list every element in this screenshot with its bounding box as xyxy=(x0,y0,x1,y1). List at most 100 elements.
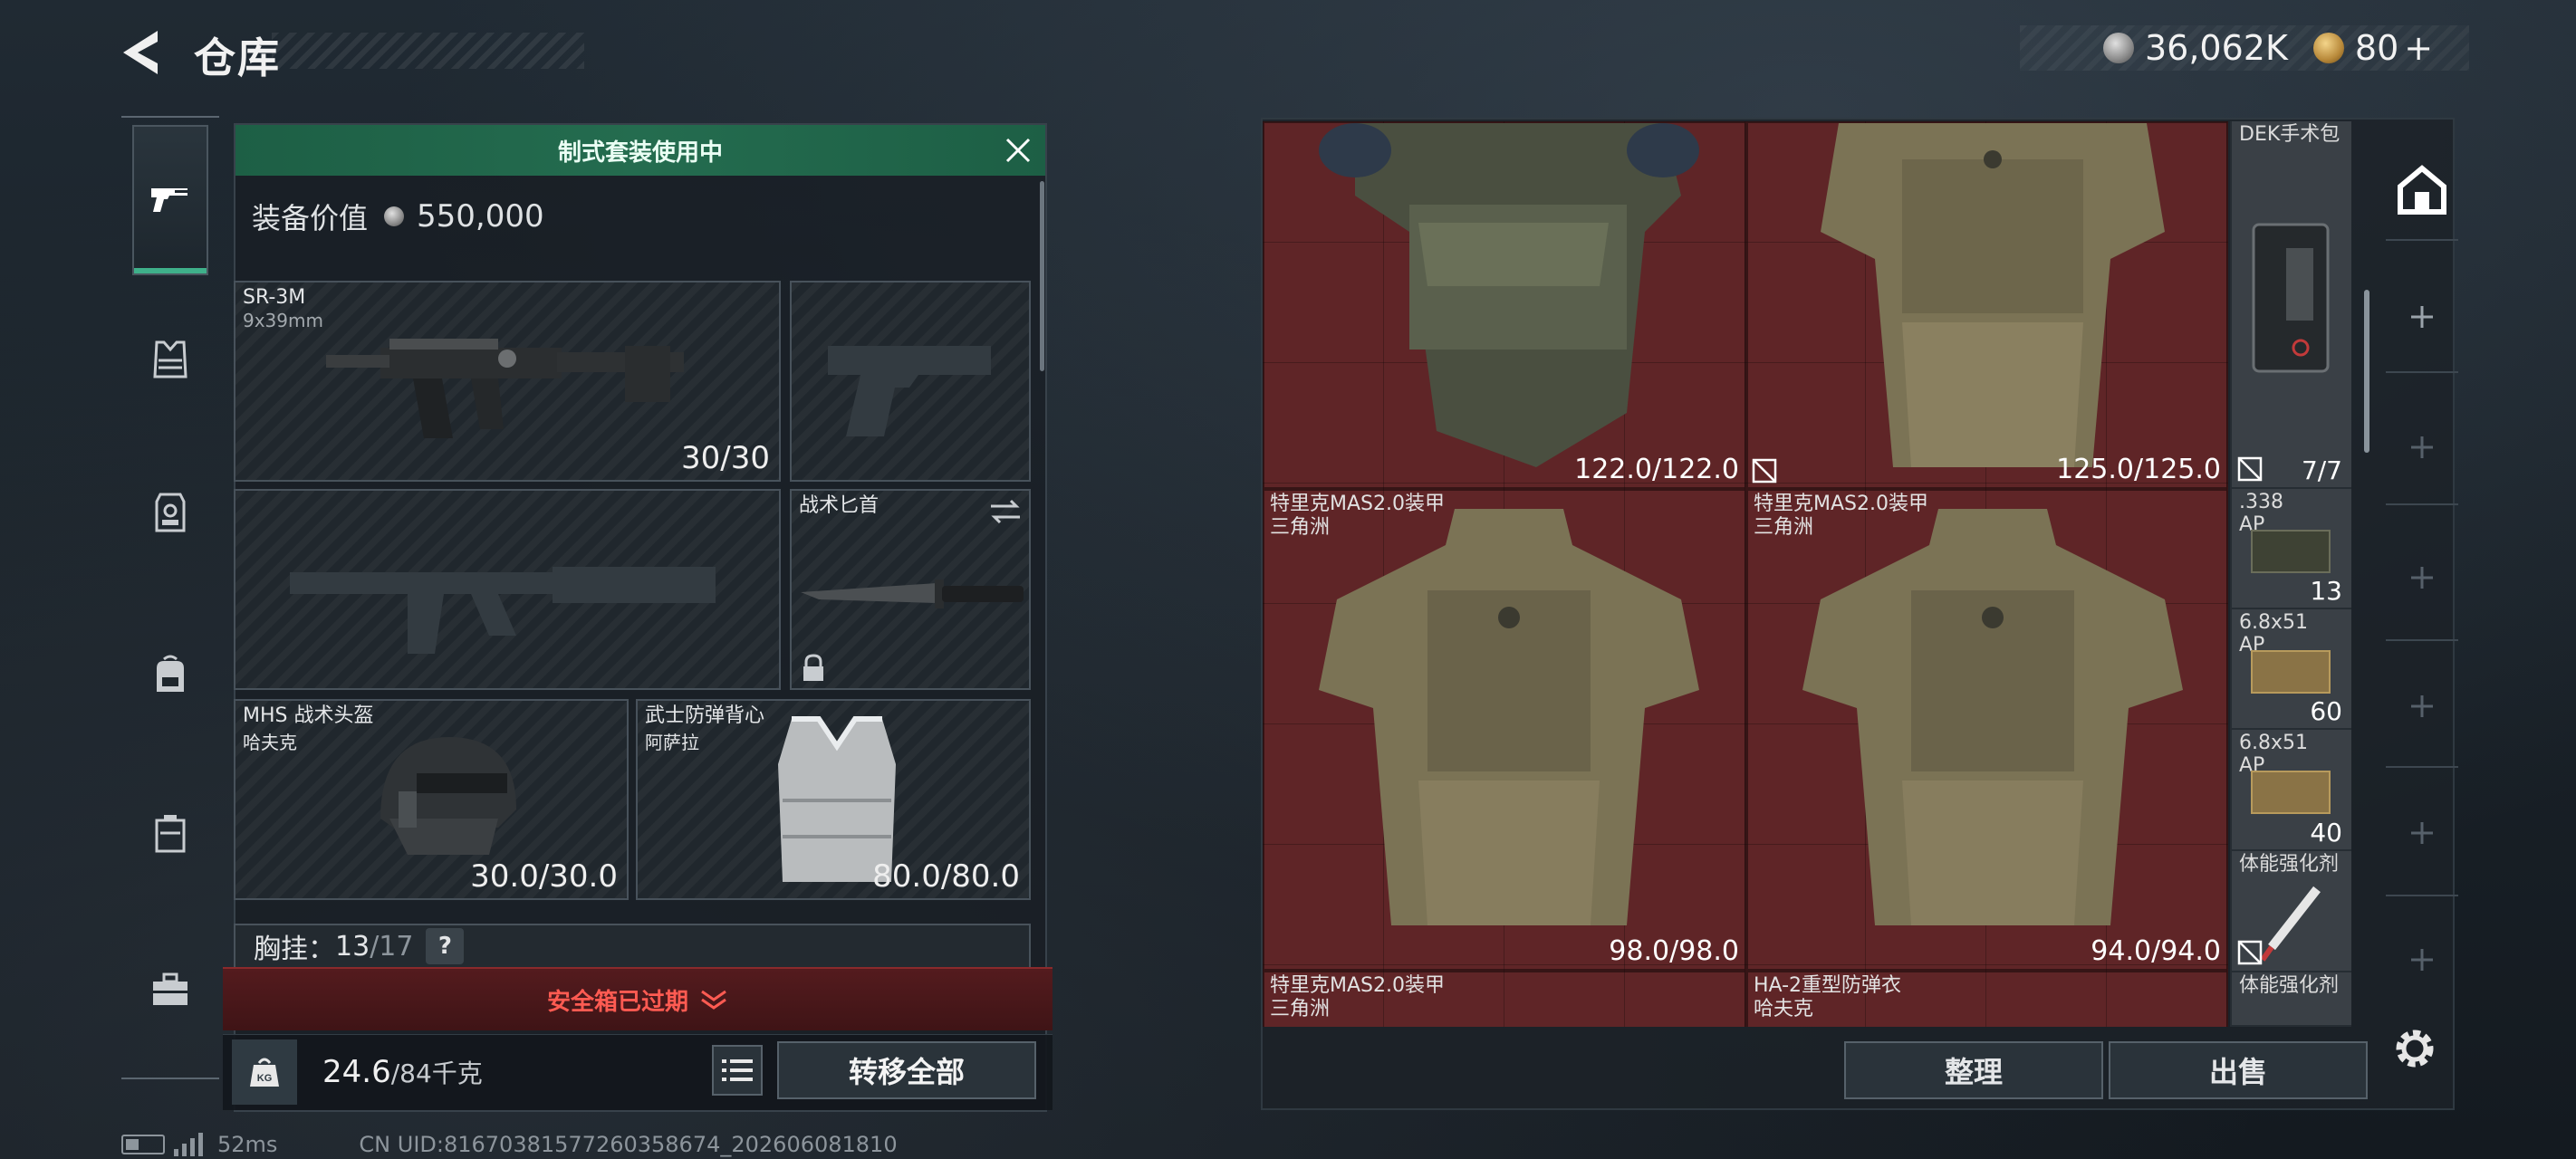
category-armor[interactable] xyxy=(132,319,208,400)
add-storage-tab-button[interactable] xyxy=(2386,670,2458,742)
sell-button[interactable]: 出售 xyxy=(2109,1041,2368,1099)
list-view-button[interactable] xyxy=(712,1045,763,1096)
add-currency-button[interactable]: + xyxy=(2404,28,2433,68)
secondary-weapon-slot[interactable] xyxy=(234,489,781,690)
storage-item[interactable]: HA-2重型防弹衣 哈夫克 xyxy=(1746,971,2228,1027)
close-icon[interactable] xyxy=(1000,132,1036,168)
gold-currency-amount: 80 xyxy=(2354,28,2399,68)
helmet-slot[interactable]: MHS 战术头盔 哈夫克 30.0/30.0 xyxy=(234,699,629,900)
category-chest-rig[interactable] xyxy=(132,473,208,554)
storage-item-stimulant[interactable]: 体能强化剂 xyxy=(2230,972,2351,1027)
plus-icon xyxy=(2411,949,2433,971)
safebox-expired-bar[interactable]: 安全箱已过期 xyxy=(223,967,1053,1030)
weight-icon-label: KG xyxy=(257,1073,273,1084)
safebox-expired-text: 安全箱已过期 xyxy=(546,988,688,1016)
category-weapons[interactable] xyxy=(132,125,208,275)
preset-kit-banner-text: 制式套装使用中 xyxy=(557,139,723,167)
ammo-box-image xyxy=(2251,530,2331,573)
armor-durability: 80.0/80.0 xyxy=(872,858,1020,895)
storage-tab-main[interactable] xyxy=(2386,154,2458,226)
category-divider xyxy=(121,1078,219,1079)
warehouse-icon xyxy=(2398,165,2446,215)
list-icon xyxy=(722,1059,753,1081)
tab-divider xyxy=(2386,371,2458,373)
armor-image xyxy=(1802,509,2183,925)
container-icon xyxy=(155,815,186,853)
ammo-box-image xyxy=(2251,771,2331,814)
item-name: HA-2重型防弹衣 xyxy=(1754,974,1902,997)
add-storage-tab-button[interactable] xyxy=(2386,924,2458,996)
storage-scrollbar[interactable] xyxy=(2364,290,2369,453)
primary-weapon-slot[interactable]: SR-3M 9x39mm 30/30 xyxy=(234,281,781,482)
storage-item[interactable]: 122.0/122.0 xyxy=(1263,121,1746,489)
plus-icon xyxy=(2411,436,2433,458)
storage-item-ammo[interactable]: 6.8x51 AP 60 xyxy=(2230,609,2351,730)
item-faction: 哈夫克 xyxy=(1754,998,1814,1020)
category-toolbox[interactable] xyxy=(132,949,208,1030)
add-storage-tab-button[interactable] xyxy=(2386,281,2458,353)
item-name: 体能强化剂 xyxy=(2239,974,2340,997)
tradeable-lock-icon xyxy=(1752,458,1777,484)
storage-grid[interactable]: 122.0/122.0 125.0/125.0 特里克MAS2.0装甲 三角洲 … xyxy=(1263,121,2228,1027)
helmet-name: MHS 战术头盔 xyxy=(243,704,374,727)
tab-divider xyxy=(2386,766,2458,768)
signal-icon xyxy=(174,1133,203,1156)
gear-icon[interactable] xyxy=(2388,1021,2442,1076)
item-durability: 98.0/98.0 xyxy=(1609,935,1739,967)
equipment-value-amount: 550,000 xyxy=(417,198,544,235)
silver-coin-icon xyxy=(2103,33,2134,63)
sort-button[interactable]: 整理 xyxy=(1844,1041,2103,1099)
add-storage-tab-button[interactable] xyxy=(2386,797,2458,869)
add-storage-tab-button[interactable] xyxy=(2386,541,2458,614)
item-durability: 122.0/122.0 xyxy=(1574,454,1739,485)
storage-item[interactable]: 特里克MAS2.0装甲 三角洲 xyxy=(1263,971,1746,1027)
swap-icon[interactable] xyxy=(987,498,1024,525)
loadout-scrollbar[interactable] xyxy=(1040,181,1044,371)
storage-item[interactable]: 特里克MAS2.0装甲 三角洲 98.0/98.0 xyxy=(1263,489,1746,971)
preset-kit-banner: 制式套装使用中 xyxy=(235,125,1045,176)
chevron-down-icon xyxy=(701,990,726,1010)
tradeable-lock-icon xyxy=(2237,456,2263,482)
weapon-name: SR-3M xyxy=(243,286,306,309)
help-button[interactable]: ? xyxy=(426,928,465,964)
helmet-faction: 哈夫克 xyxy=(243,732,297,753)
weight-value: 24.6/84千克 xyxy=(322,1054,483,1090)
armor-image xyxy=(1319,509,1699,925)
category-divider xyxy=(121,116,219,118)
gold-coin-icon xyxy=(2312,33,2344,63)
chest-rig-capacity: /17 xyxy=(370,930,414,963)
weight-max: /84千克 xyxy=(390,1058,483,1088)
storage-item-surgery-kit[interactable]: DEK手术包 7/7 xyxy=(2230,121,2351,489)
surgery-kit-image xyxy=(2252,223,2330,373)
uid-text: CN UID:81670381577260358674_202606081810 xyxy=(359,1132,898,1157)
item-durability: 94.0/94.0 xyxy=(2091,935,2221,967)
syringe-image xyxy=(2260,886,2321,962)
storage-item-ammo[interactable]: 6.8x51 AP 40 xyxy=(2230,730,2351,851)
coin-icon xyxy=(384,206,405,226)
storage-item[interactable]: 125.0/125.0 xyxy=(1746,121,2228,489)
chest-rig-row[interactable]: 胸挂： 13 /17 ? xyxy=(234,924,1031,969)
transfer-all-button[interactable]: 转移全部 xyxy=(777,1041,1036,1099)
ammo-box-image xyxy=(2251,650,2331,694)
armor-name: 武士防弹背心 xyxy=(645,704,765,727)
pistol-slot[interactable] xyxy=(790,281,1031,482)
item-name: 体能强化剂 xyxy=(2239,853,2340,876)
tab-divider xyxy=(2386,895,2458,896)
armor-faction: 阿萨拉 xyxy=(645,732,699,753)
helmet-durability: 30.0/30.0 xyxy=(470,858,618,895)
category-backpack[interactable] xyxy=(132,634,208,715)
chest-rig-label: 胸挂： xyxy=(254,934,335,965)
page-title: 仓库 xyxy=(194,34,281,82)
body-armor-slot[interactable]: 武士防弹背心 阿萨拉 80.0/80.0 xyxy=(636,699,1031,900)
status-bar: 52ms CN UID:81670381577260358674_2026060… xyxy=(121,1132,898,1157)
lock-icon xyxy=(803,654,823,681)
category-container[interactable] xyxy=(132,793,208,875)
add-storage-tab-button[interactable] xyxy=(2386,411,2458,484)
storage-item-ammo[interactable]: .338 AP 13 xyxy=(2230,489,2351,609)
storage-item-stimulant[interactable]: 体能强化剂 xyxy=(2230,851,2351,972)
item-count: 60 xyxy=(2310,696,2342,726)
back-arrow-icon[interactable] xyxy=(118,27,163,78)
melee-slot[interactable]: 战术匕首 xyxy=(790,489,1031,690)
storage-item[interactable]: 特里克MAS2.0装甲 三角洲 94.0/94.0 xyxy=(1746,489,2228,971)
rifle-image xyxy=(326,339,684,438)
